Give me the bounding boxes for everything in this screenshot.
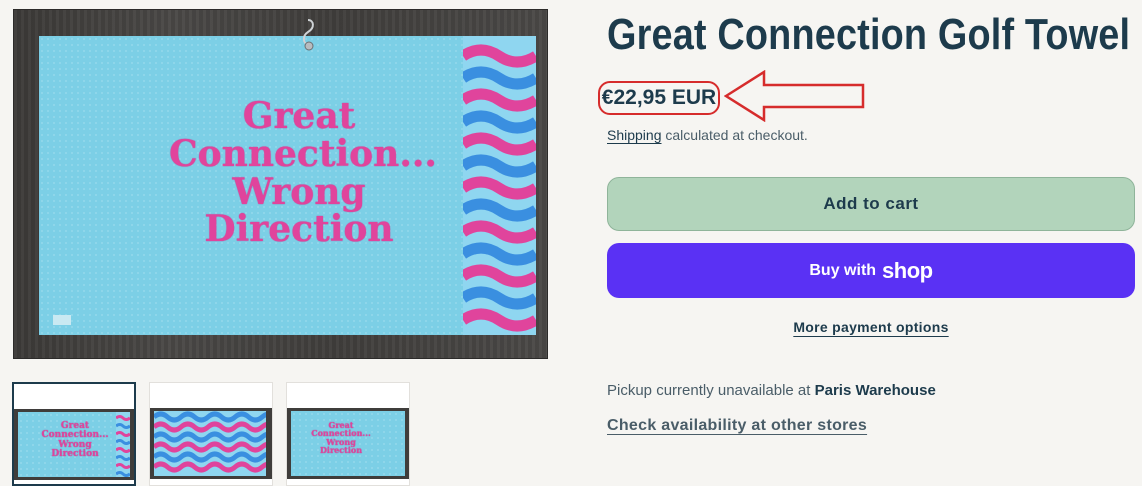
towel-text-line: Wrong [232, 170, 366, 213]
shipping-info: Shipping calculated at checkout. [607, 127, 808, 143]
towel-text-line: Direction [51, 449, 99, 460]
more-payment-options-link[interactable]: More payment options [607, 319, 1135, 335]
add-to-cart-label: Add to cart [823, 194, 919, 213]
towel-print-text: Great Connection... Wrong Direction [30, 421, 120, 460]
check-availability-link[interactable]: Check availability at other stores [607, 417, 867, 435]
product-title: Great Connection Golf Towel [607, 10, 1131, 59]
product-main-image[interactable]: Great Connection... Wrong Direction [13, 9, 548, 359]
shop-logo: shop [882, 257, 933, 283]
towel-graphic: Great Connection... Wrong Direction [18, 412, 130, 477]
thumbnail-photo: Great Connection... Wrong Direction [14, 409, 134, 480]
shipping-link[interactable]: Shipping [607, 127, 662, 143]
towel-print-text: Great Connection... Wrong Direction [169, 95, 437, 251]
thumbnail-towel-full[interactable]: Great Connection... Wrong Direction [286, 382, 410, 486]
annotation-arrow-icon [724, 70, 865, 122]
brand-tag [53, 315, 71, 325]
thumbnail-photo [150, 408, 272, 479]
pickup-availability: Pickup currently unavailable at Paris Wa… [607, 382, 936, 399]
product-price: €22,95 EUR [598, 81, 720, 115]
towel-text-line: Connection... [169, 132, 437, 175]
towel-print-text: Great Connection... Wrong Direction [301, 421, 381, 455]
towel-text-line: Direction [319, 445, 363, 456]
shipping-suffix: calculated at checkout. [661, 127, 808, 143]
buy-with-shop-button[interactable]: Buy with shop [607, 243, 1135, 298]
wave-stripe-pattern [463, 36, 536, 335]
buy-with-label: Buy with [809, 261, 877, 279]
thumbnail-towel-front[interactable]: Great Connection... Wrong Direction [12, 382, 136, 486]
wave-pattern-image [154, 411, 266, 476]
pickup-prefix: Pickup currently unavailable at [607, 382, 815, 399]
towel-graphic: Great Connection... Wrong Direction [291, 411, 405, 476]
towel-graphic: Great Connection... Wrong Direction [39, 36, 536, 335]
grommet-hook-icon [302, 19, 314, 51]
towel-text-line: Great [242, 95, 356, 137]
add-to-cart-button[interactable]: Add to cart [607, 177, 1135, 231]
towel-text-line: Direction [204, 208, 394, 251]
thumbnail-photo: Great Connection... Wrong Direction [287, 408, 409, 479]
thumbnail-towel-pattern[interactable] [149, 382, 273, 486]
pickup-store-name: Paris Warehouse [814, 382, 936, 399]
